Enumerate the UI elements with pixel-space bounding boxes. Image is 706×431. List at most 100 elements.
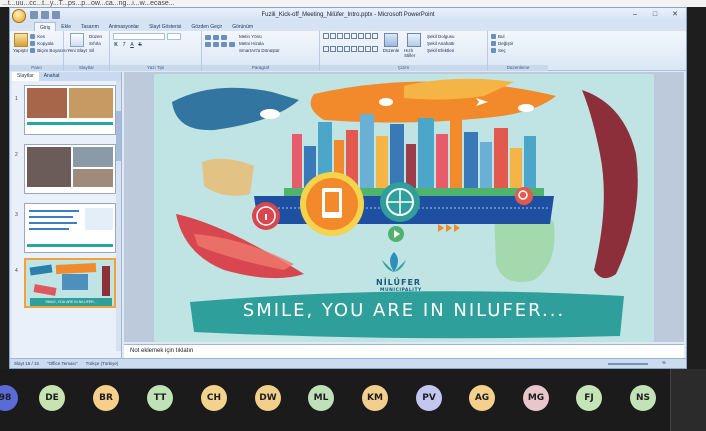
bullets-icon[interactable]	[205, 35, 211, 40]
participant-avatar[interactable]: KM	[362, 385, 388, 411]
shape-effects-button[interactable]: Şekil Efektleri	[427, 47, 455, 54]
brush-icon	[30, 48, 36, 53]
shape-outline-label: Şekil Anahattı	[427, 41, 455, 46]
font-size-box[interactable]	[167, 33, 181, 40]
tab-slideshow[interactable]: Slayt Gösterisi	[144, 22, 186, 31]
align-text-button[interactable]: Metni Hizala	[239, 40, 280, 47]
replace-icon	[491, 41, 496, 46]
tab-insert[interactable]: Ekle	[56, 22, 76, 31]
notes-pane[interactable]: Not eklemek için tıklatın	[124, 344, 684, 358]
select-button[interactable]: Seç	[491, 47, 545, 54]
tab-outline[interactable]: Anahat	[39, 72, 65, 81]
minimize-button[interactable]: –	[626, 9, 644, 20]
participant-avatar[interactable]: MG	[523, 385, 549, 411]
text-direction-button[interactable]: Metin Yönü	[239, 33, 280, 40]
align-center-icon[interactable]	[213, 42, 219, 47]
language: Türkçe (Türkiye)	[85, 361, 119, 366]
participant-avatar[interactable]: TT	[147, 385, 173, 411]
slides-pane: Slaytlar Anahat 1 2 3 4 SMILE, YOU ARE I…	[12, 72, 122, 358]
side-panel-edge[interactable]	[670, 369, 706, 431]
close-button[interactable]: ✕	[666, 9, 684, 20]
replace-button[interactable]: Değiştir	[491, 40, 545, 47]
participant-avatar[interactable]: NS	[630, 385, 656, 411]
tab-view[interactable]: Görünüm	[227, 22, 258, 31]
office-button[interactable]	[12, 9, 26, 23]
arrange-label: Düzenle	[382, 48, 400, 53]
justify-icon[interactable]	[229, 42, 235, 47]
thumbnail-number: 4	[15, 268, 18, 274]
find-button[interactable]: Bul	[491, 33, 545, 40]
clipboard-group-label: Pano	[10, 65, 63, 71]
zoom-level: %	[661, 360, 666, 365]
participant-avatar[interactable]: AG	[469, 385, 495, 411]
participant-avatar[interactable]: CH	[201, 385, 227, 411]
participant-avatar[interactable]: FJ	[576, 385, 602, 411]
slide-thumbnail[interactable]	[24, 203, 116, 253]
tab-slides[interactable]: Slaytlar	[12, 72, 39, 81]
delete-slide-button[interactable]: Sil	[89, 47, 102, 54]
quick-styles-button[interactable]: Hızlı Stiller	[404, 33, 424, 58]
pane-scrollbar[interactable]	[116, 81, 121, 351]
new-slide-icon	[70, 33, 84, 47]
select-label: Seç	[498, 48, 506, 53]
underline-button[interactable]: A	[129, 42, 135, 48]
smartart-button[interactable]: SmartArt'a Dönüştür	[239, 47, 280, 54]
zoom-slider[interactable]	[608, 363, 648, 365]
editing-group: Bul Değiştir Seç Düzenleme	[488, 31, 548, 71]
editing-group-label: Düzenleme	[488, 65, 548, 71]
participant-avatar[interactable]: 98	[0, 385, 18, 411]
thumbnail-caption: SMILE, YOU ARE IN NILUFER...	[30, 298, 112, 306]
numbering-icon[interactable]	[213, 35, 219, 40]
bold-button[interactable]: K	[113, 42, 119, 48]
font-group: K T A S Yazı Tipi	[110, 31, 202, 71]
layout-button[interactable]: Düzen	[89, 33, 102, 40]
participant-avatar[interactable]: PV	[416, 385, 442, 411]
shape-outline-button[interactable]: Şekil Anahattı	[427, 40, 455, 47]
strikethrough-button[interactable]: S	[137, 42, 143, 48]
clipboard-group: Yapıştır Kes Kopyala Biçim Boyacısı Pano	[10, 31, 67, 71]
shapes-gallery[interactable]	[323, 33, 378, 58]
tab-animations[interactable]: Animasyonlar	[104, 22, 144, 31]
cut-button[interactable]: Kes	[30, 33, 67, 40]
select-icon	[491, 48, 496, 53]
new-slide-label: Yeni Slayt	[67, 48, 87, 53]
arrange-button[interactable]: Düzenle	[381, 33, 401, 58]
copy-icon	[30, 41, 36, 46]
slides-group-label: Slaytlar	[64, 65, 109, 71]
align-right-icon[interactable]	[221, 42, 227, 47]
indent-icon[interactable]	[221, 35, 227, 40]
new-slide-button[interactable]: Yeni Slayt	[67, 33, 87, 54]
tab-home[interactable]: Giriş	[34, 22, 57, 31]
participant-avatar[interactable]: DE	[39, 385, 65, 411]
thumbnail-number: 3	[15, 212, 18, 218]
find-icon	[491, 34, 496, 39]
align-left-icon[interactable]	[205, 42, 211, 47]
current-slide[interactable]: NİLÜFER MUNICIPALITY SMILE, YOU ARE IN N…	[154, 74, 654, 342]
shape-fill-button[interactable]: Şekil Dolgusu	[427, 33, 455, 40]
copy-button[interactable]: Kopyala	[30, 40, 67, 47]
reset-button[interactable]: Sıfırla	[89, 40, 102, 47]
participant-avatar[interactable]: BR	[93, 385, 119, 411]
participant-avatar[interactable]: DW	[255, 385, 281, 411]
format-painter-label: Biçim Boyacısı	[37, 48, 67, 53]
align-text-label: Metni Hizala	[239, 41, 264, 46]
tab-design[interactable]: Tasarım	[76, 22, 104, 31]
font-name-box[interactable]	[113, 33, 165, 40]
italic-button[interactable]: T	[121, 42, 127, 48]
maximize-button[interactable]: □	[646, 9, 664, 20]
paragraph-group-label: Paragraf	[202, 65, 319, 71]
shape-fill-label: Şekil Dolgusu	[427, 34, 455, 39]
slide-thumbnail[interactable]	[24, 85, 116, 135]
participant-bar: 98 DE BR TT CH DW ML KM PV AG MG FJ NS	[0, 369, 706, 431]
tab-review[interactable]: Gözden Geçir	[186, 22, 227, 31]
window-controls: – □ ✕	[626, 9, 684, 20]
reset-label: Sıfırla	[89, 41, 101, 46]
title-bar: Fuzili_Kick-off_Meeting_Nilüfer_Intro.pp…	[10, 8, 686, 23]
slide-thumbnail[interactable]	[24, 144, 116, 194]
paste-button[interactable]: Yapıştır	[13, 33, 28, 54]
slide-thumbnail-selected[interactable]: SMILE, YOU ARE IN NILUFER...	[24, 258, 116, 308]
municipality-brand: NİLÜFER	[376, 278, 422, 287]
slide-canvas: NİLÜFER MUNICIPALITY SMILE, YOU ARE IN N…	[124, 72, 684, 342]
participant-avatar[interactable]: ML	[308, 385, 334, 411]
format-painter-button[interactable]: Biçim Boyacısı	[30, 47, 67, 54]
